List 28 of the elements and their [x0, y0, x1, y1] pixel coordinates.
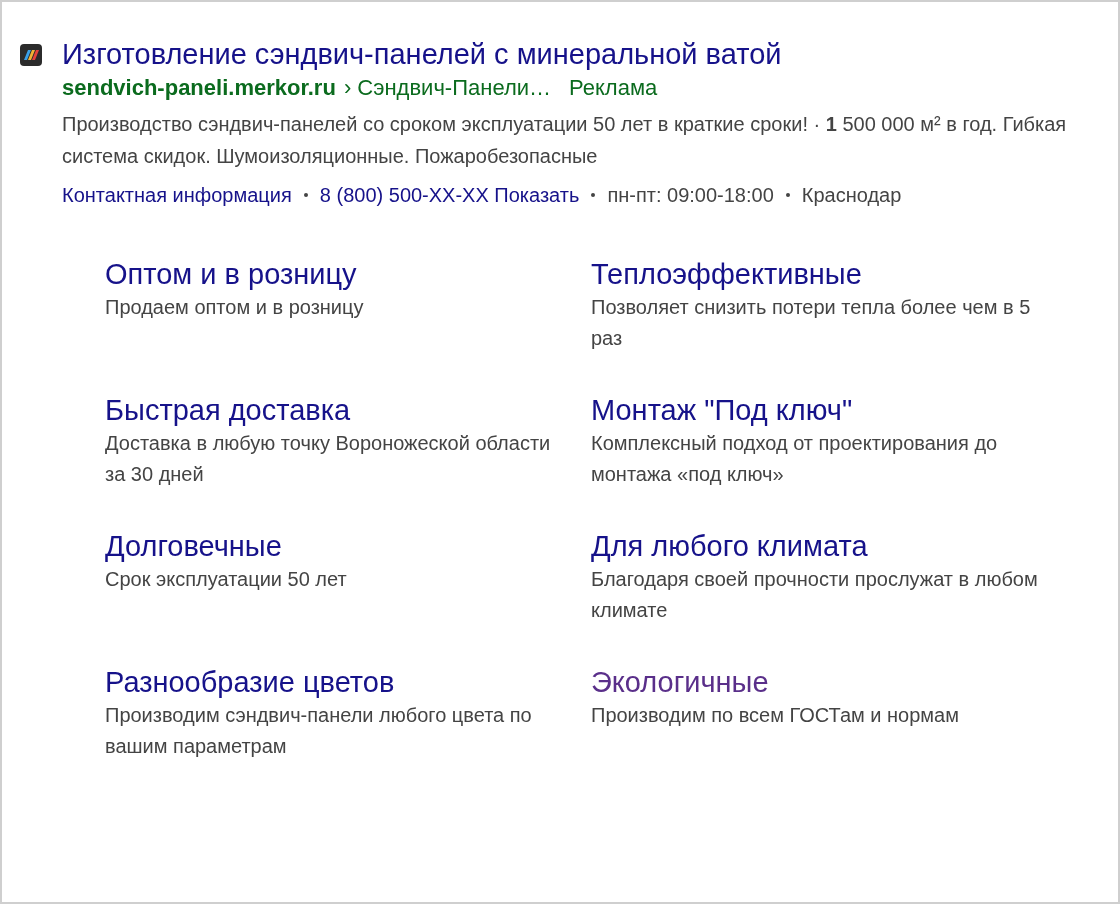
- sitelink-description: Позволяет снизить потери тепла более чем в 5 раз: [591, 295, 1032, 351]
- domain-link[interactable]: sendvich-paneli.merkor.ru: [62, 74, 336, 102]
- contact-link[interactable]: 8 (800) 500-XX-XX Показать: [319, 178, 580, 212]
- separator-dot-icon: [785, 193, 790, 197]
- sitelink-title[interactable]: Разнообразие цветов: [105, 664, 395, 700]
- contact-link[interactable]: Контактная информация: [62, 178, 292, 212]
- sitelink-title[interactable]: Оптом и в розницу: [105, 256, 357, 292]
- sitelink-description: Срок эксплуатации 50 лет: [105, 567, 347, 592]
- favicon-logo-icon: [20, 44, 42, 66]
- separator-dot-icon: [591, 193, 596, 197]
- sitelink-title[interactable]: Долговечные: [105, 528, 282, 564]
- sitelink-description: Производим сэндвич-панели любого цвета по вашим параметрам: [105, 703, 533, 759]
- sitelink-description: Благодаря своей прочности прослужат в любом климате: [591, 567, 1039, 623]
- ad-title-link[interactable]: Изготовление сэндвич-панелей с минеральной ватой: [62, 36, 1088, 72]
- sitelink-title[interactable]: Быстрая доставка: [105, 392, 351, 428]
- sitelink-title[interactable]: Теплоэффективные: [591, 256, 862, 292]
- separator-dot-icon: [303, 193, 308, 197]
- sitelink-description: Комплексный подход от проектирования до монтажа «под ключ»: [591, 431, 999, 487]
- sitelink-title[interactable]: Экологичные: [591, 664, 769, 700]
- breadcrumb-link[interactable]: › Сэндвич-Панели…: [343, 74, 551, 102]
- sitelink-description: Продаем оптом и в розницу: [105, 295, 364, 320]
- sitelink-title[interactable]: Для любого климата: [591, 528, 868, 564]
- contact-text: пн-пт: 09:00-18:00: [607, 183, 774, 208]
- sitelink-description: Производим по всем ГОСТам и нормам: [591, 703, 959, 728]
- sitelink-title[interactable]: Монтаж "Под ключ": [591, 392, 853, 428]
- ad-label: Реклама: [569, 74, 658, 102]
- sitelink-description: Доставка в любую точку Вороножеской области за 30 дней: [105, 431, 552, 487]
- contact-text: Краснодар: [801, 183, 902, 208]
